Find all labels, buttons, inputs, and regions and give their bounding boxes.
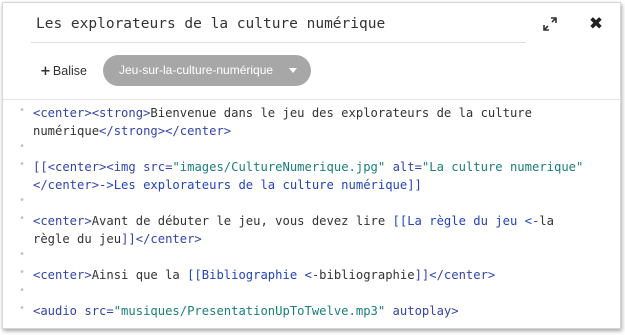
add-tag-label: Balise xyxy=(52,64,87,78)
code-line xyxy=(3,140,620,158)
line-bullet xyxy=(19,271,25,277)
code-token: la xyxy=(539,214,554,228)
code-token: règle du jeu xyxy=(33,232,122,246)
line-bullet xyxy=(19,163,25,169)
code-token: [[La règle du jeu <- xyxy=(392,214,540,228)
line-bullet xyxy=(19,253,25,259)
code-token: "La culture numerique" xyxy=(421,160,584,174)
code-line xyxy=(3,248,620,266)
code-line: <center>Ainsi que la [[Bibliographie <-b… xyxy=(3,266,620,284)
line-bullet xyxy=(19,307,25,313)
code-line: <audio src="musiques/PresentationUpToTwe… xyxy=(3,302,620,320)
line-bullet xyxy=(19,199,25,205)
close-x-icon[interactable]: ✖ xyxy=(586,14,606,34)
tag-select-value: Jeu-sur-la-culture-numérique xyxy=(119,63,274,77)
code-token: [[ xyxy=(33,160,48,174)
code-token: bibliographie xyxy=(319,268,415,282)
code-token: </strong></center> xyxy=(99,124,232,138)
code-line: </center>->Les explorateurs de la cultur… xyxy=(3,176,620,194)
code-token: "musiques/PresentationUpToTwelve.mp3" xyxy=(113,304,386,318)
add-tag-button[interactable]: + Balise xyxy=(40,64,87,79)
code-line: règle du jeu]]</center> xyxy=(3,230,620,248)
passage-title[interactable]: Les explorateurs de la culture numérique xyxy=(36,16,385,32)
code-token: autoplay> xyxy=(385,304,459,318)
code-token: ->Les explorateurs de la culture numériq… xyxy=(99,178,422,192)
code-token: "images/CultureNumerique.jpg" xyxy=(172,160,386,174)
plus-icon: + xyxy=(40,64,51,79)
code-token: Avant de débuter le jeu, vous devez lire xyxy=(91,214,393,228)
code-token: <center><strong> xyxy=(33,106,151,120)
code-line xyxy=(3,194,620,212)
code-line: numérique</strong></center> xyxy=(3,122,620,140)
code-token: <audio src= xyxy=(33,304,114,318)
code-line: <center>Avant de débuter le jeu, vous de… xyxy=(3,212,620,230)
code-token: <center> xyxy=(33,268,92,282)
expand-arrows-icon[interactable] xyxy=(542,16,558,32)
line-bullet xyxy=(19,289,25,295)
code-token: </center> xyxy=(33,178,100,192)
code-token: Bienvenue dans le jeu des explorateurs d… xyxy=(150,106,532,120)
code-line: [[<center><img src="images/CultureNumeri… xyxy=(3,158,620,176)
code-editor[interactable]: <center><strong>Bienvenue dans le jeu de… xyxy=(3,100,620,328)
code-token: alt= xyxy=(385,160,422,174)
passage-editor-dialog: Les explorateurs de la culture numérique… xyxy=(2,2,621,329)
code-line xyxy=(3,284,620,302)
code-token: <center> xyxy=(33,214,92,228)
code-token: <center><img src= xyxy=(47,160,173,174)
line-bullet xyxy=(19,109,25,115)
code-token: [[Bibliographie <- xyxy=(187,268,320,282)
code-token: numérique xyxy=(33,124,100,138)
chevron-down-icon xyxy=(289,68,297,73)
code-token: ]]</center> xyxy=(414,268,496,282)
code-line: <center><strong>Bienvenue dans le jeu de… xyxy=(3,104,620,122)
dialog-header: Les explorateurs de la culture numérique… xyxy=(3,3,620,43)
line-bullet xyxy=(19,145,25,151)
code-token: Ainsi que la xyxy=(91,268,188,282)
line-bullet xyxy=(19,217,25,223)
code-token: ]]</center> xyxy=(121,232,202,246)
editor-toolbar: + Balise Jeu-sur-la-culture-numérique xyxy=(3,43,620,100)
tag-select[interactable]: Jeu-sur-la-culture-numérique xyxy=(103,55,311,86)
